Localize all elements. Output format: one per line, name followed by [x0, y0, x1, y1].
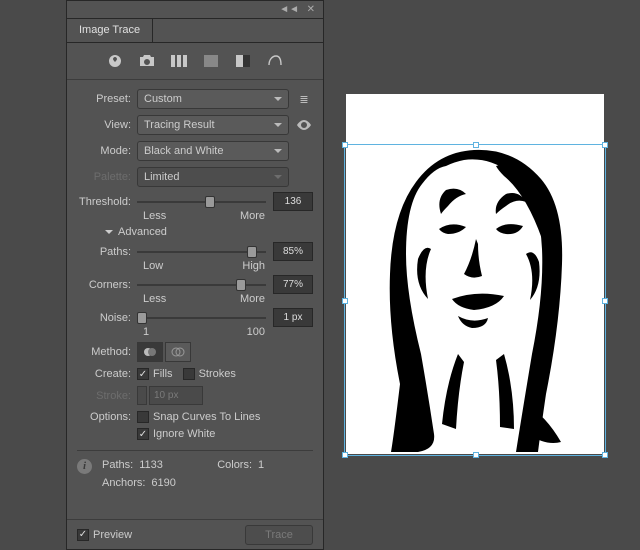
- mode-label: Mode:: [77, 145, 137, 157]
- threshold-label: Threshold:: [77, 196, 137, 208]
- corners-slider[interactable]: [137, 277, 266, 293]
- panel-titlebar[interactable]: ◄◄ ✕: [67, 1, 323, 19]
- preview-label: Preview: [93, 529, 132, 541]
- method-label: Method:: [77, 346, 137, 358]
- paths-label: Paths:: [77, 246, 137, 258]
- corners-value[interactable]: 77%: [273, 275, 313, 294]
- mode-select[interactable]: Black and White: [137, 141, 289, 161]
- handle-ml[interactable]: [342, 298, 348, 304]
- low-color-icon[interactable]: [170, 53, 188, 69]
- handle-tl[interactable]: [342, 142, 348, 148]
- snap-label: Snap Curves To Lines: [153, 411, 260, 423]
- fills-checkbox[interactable]: ✓: [137, 368, 149, 380]
- advanced-toggle[interactable]: Advanced: [105, 226, 313, 238]
- snap-checkbox[interactable]: [137, 411, 149, 423]
- info-paths-value: 1133: [139, 459, 181, 471]
- fills-label: Fills: [153, 368, 173, 380]
- preset-menu-icon[interactable]: ≣: [295, 90, 313, 108]
- stroke-value: 10 px: [149, 386, 203, 405]
- panel-footer: ✓ Preview Trace: [67, 519, 323, 549]
- preset-label: Preset:: [77, 93, 137, 105]
- paths-value[interactable]: 85%: [273, 242, 313, 261]
- view-label: View:: [77, 119, 137, 131]
- ignore-label: Ignore White: [153, 428, 215, 440]
- auto-color-icon[interactable]: [106, 53, 124, 69]
- selection-bbox[interactable]: [344, 144, 606, 456]
- method-abutting-button[interactable]: [137, 342, 163, 362]
- preset-icon-row: [67, 43, 323, 80]
- handle-tc[interactable]: [473, 142, 479, 148]
- threshold-value[interactable]: 136: [273, 192, 313, 211]
- info-colors-label: Colors:: [217, 459, 252, 471]
- collapse-icon[interactable]: ◄◄: [279, 4, 299, 15]
- tab-image-trace[interactable]: Image Trace: [67, 19, 153, 42]
- ignore-checkbox[interactable]: ✓: [137, 428, 149, 440]
- bw-icon[interactable]: [234, 53, 252, 69]
- info-anchors-value: 6190: [151, 477, 175, 489]
- strokes-checkbox[interactable]: [183, 368, 195, 380]
- info-icon: i: [77, 459, 92, 474]
- info-colors-value: 1: [258, 459, 264, 471]
- noise-label: Noise:: [77, 312, 137, 324]
- handle-br[interactable]: [602, 452, 608, 458]
- outline-icon[interactable]: [266, 53, 284, 69]
- create-label: Create:: [77, 368, 137, 380]
- stroke-stepper: [137, 386, 147, 405]
- handle-tr[interactable]: [602, 142, 608, 148]
- eye-icon[interactable]: [295, 116, 313, 134]
- image-trace-panel: ◄◄ ✕ Image Trace Preset: Custom ≣ View: …: [66, 0, 324, 550]
- noise-value[interactable]: 1 px: [273, 308, 313, 327]
- options-label: Options:: [77, 411, 137, 423]
- view-select[interactable]: Tracing Result: [137, 115, 289, 135]
- palette-select: Limited: [137, 167, 289, 187]
- threshold-slider[interactable]: [137, 194, 266, 210]
- info-anchors-label: Anchors:: [102, 477, 145, 489]
- trace-button: Trace: [245, 525, 313, 545]
- grayscale-icon[interactable]: [202, 53, 220, 69]
- info-paths-label: Paths:: [102, 459, 133, 471]
- photo-icon[interactable]: [138, 53, 156, 69]
- noise-slider[interactable]: [137, 310, 266, 326]
- strokes-label: Strokes: [199, 368, 236, 380]
- corners-label: Corners:: [77, 279, 137, 291]
- close-icon[interactable]: ✕: [307, 4, 315, 15]
- panel-tab-row: Image Trace: [67, 19, 323, 43]
- handle-bl[interactable]: [342, 452, 348, 458]
- palette-label: Palette:: [77, 171, 137, 183]
- handle-mr[interactable]: [602, 298, 608, 304]
- paths-slider[interactable]: [137, 244, 266, 260]
- handle-bc[interactable]: [473, 452, 479, 458]
- preset-select[interactable]: Custom: [137, 89, 289, 109]
- stroke-label: Stroke:: [77, 390, 137, 402]
- preview-checkbox[interactable]: ✓: [77, 529, 89, 541]
- method-overlap-button[interactable]: [165, 342, 191, 362]
